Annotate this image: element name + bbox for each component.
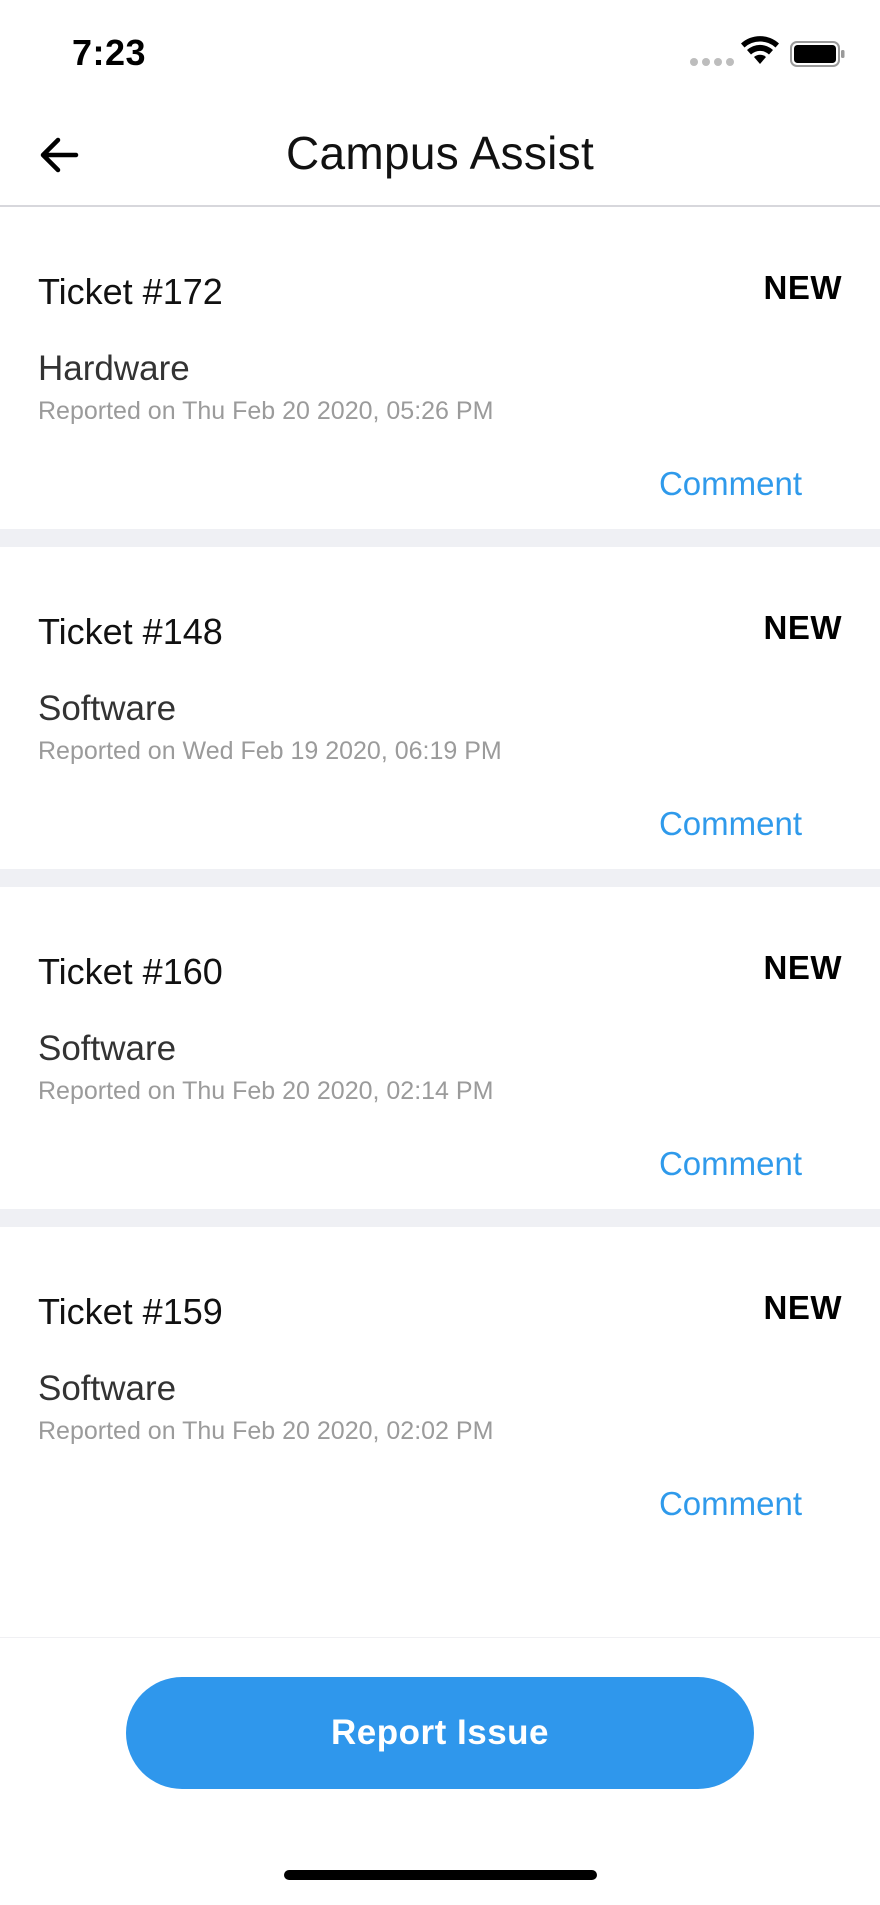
signal-dots-icon [690,58,734,66]
report-issue-button[interactable]: Report Issue [126,1677,754,1789]
ticket-category: Hardware [38,349,190,388]
wifi-icon [741,36,779,64]
ticket-category: Software [38,1369,177,1408]
ticket-reported-date: Reported on Wed Feb 19 2020, 06:19 PM [38,737,502,765]
page-title: Campus Assist [285,127,595,179]
bottom-action-bar: Report Issue [0,1637,880,1905]
nav-bar: Campus Assist [0,100,880,207]
status-badge: NEW [763,609,842,646]
comment-button[interactable]: Comment [659,1485,802,1523]
status-badge: NEW [763,1289,842,1326]
home-indicator[interactable] [284,1870,597,1880]
status-badge: NEW [763,269,842,306]
ticket-reported-date: Reported on Thu Feb 20 2020, 02:02 PM [38,1417,494,1445]
ticket-number: Ticket #148 [38,611,223,652]
status-bar: 7:23 [0,0,880,100]
ticket-card: Ticket #160 NEW Software Reported on Thu… [0,887,880,1227]
ticket-category: Software [38,1029,177,1068]
ticket-number: Ticket #159 [38,1291,223,1332]
comment-button[interactable]: Comment [659,1145,802,1183]
ticket-reported-date: Reported on Thu Feb 20 2020, 05:26 PM [38,397,494,425]
ticket-number: Ticket #160 [38,951,223,992]
ticket-reported-date: Reported on Thu Feb 20 2020, 02:14 PM [38,1077,494,1105]
status-time: 7:23 [72,32,147,73]
comment-button[interactable]: Comment [659,805,802,843]
ticket-number: Ticket #172 [38,271,223,312]
ticket-category: Software [38,689,177,728]
screen: 7:23 Campus Assist Ticket #172 NEW Hardw… [0,0,880,1905]
status-badge: NEW [763,949,842,986]
ticket-card: Ticket #148 NEW Software Reported on Wed… [0,547,880,887]
ticket-card: Ticket #172 NEW Hardware Reported on Thu… [0,207,880,547]
battery-icon [790,41,845,67]
ticket-card: Ticket #159 NEW Software Reported on Thu… [0,1227,880,1567]
comment-button[interactable]: Comment [659,465,802,503]
ticket-list: Ticket #172 NEW Hardware Reported on Thu… [0,207,880,1567]
